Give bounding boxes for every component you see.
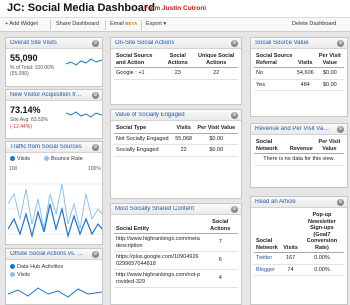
widget-title: Most Socially Shared Content: [115, 206, 195, 212]
traffic-line-chart: [8, 183, 102, 239]
table-row: Google : +1 23 22: [114, 67, 238, 80]
toolbar: + Add Widget Share Dashboard Email BETA …: [0, 17, 350, 32]
add-widget-button[interactable]: + Add Widget: [5, 21, 38, 27]
article-table: Social Network Visits Pop-up Newsletter Si…: [254, 211, 344, 276]
widget-title: Traffic from Social Sources: [10, 144, 82, 150]
gear-icon[interactable]: ⚙: [231, 206, 238, 213]
gear-icon[interactable]: ⚙: [337, 126, 344, 133]
overall-visits-widget: Overall Site Visits ⚙ 55,090 % of Total: …: [5, 37, 103, 87]
widget-title: Social Source Value: [255, 40, 309, 46]
blogger-link[interactable]: Blogger: [256, 267, 275, 273]
site-avg: Site Avg: 83.53%: [10, 117, 48, 123]
new-visitor-sparkline: [66, 111, 102, 118]
shared-table: Social Entity Social Actions http://www.h…: [114, 218, 238, 288]
gear-icon[interactable]: ⚙: [92, 40, 99, 47]
table-row: Socially Engaged 22 $0.00: [114, 144, 238, 157]
email-label: Email: [110, 21, 124, 27]
twitter-link[interactable]: Twitter: [256, 255, 272, 261]
beta-badge: BETA: [125, 21, 138, 26]
visits-sparkline: [66, 58, 102, 66]
source-value-table: Social Source Referral Visits Per Visit Va…: [254, 52, 344, 91]
onsite-social-widget: On-Site Social Actions ⚙ Social Source an…: [110, 37, 242, 105]
gear-icon[interactable]: ⚙: [337, 199, 344, 206]
y-left-top: 100: [9, 166, 18, 172]
legend-visits: Visits: [10, 272, 30, 278]
onsite-table: Social Source and Action Social Actions Un…: [114, 52, 238, 80]
visits-value: 55,090: [10, 53, 38, 63]
legend-bounce: Bounce Rate: [44, 156, 83, 162]
new-visitor-value: 73.14%: [10, 105, 41, 115]
offsite-line-chart: [8, 287, 102, 298]
engaged-table: Social Type Visits Per Visit Value Not Soc…: [114, 124, 238, 157]
table-row: Twitter 167 0.00%: [254, 252, 344, 265]
table-row: No 54,606 $0.00: [254, 67, 344, 80]
visits-sub: % of Total: 100.00% (55,090): [10, 65, 55, 77]
gear-icon[interactable]: ⚙: [92, 251, 99, 258]
delete-dashboard-button[interactable]: Delete Dashboard: [292, 21, 336, 27]
revenue-widget: Revenue and Per Visit Va… ⚙ Social Networ…: [250, 123, 348, 188]
gear-icon[interactable]: ⚙: [231, 112, 238, 119]
shared-content-widget: Most Socially Shared Content ⚙ Social Ent…: [110, 203, 242, 305]
revenue-table: Social Network Revenue Per Visit Value The…: [254, 138, 344, 166]
table-row: Yes 484 $0.00: [254, 79, 344, 91]
widget-title: Read an Article: [255, 199, 296, 205]
traffic-social-widget: Traffic from Social Sources ⚙ Visits Boun…: [5, 141, 103, 245]
new-visitor-widget: New Visitor Acquisition fr… ⚙ 73.14% Site…: [5, 89, 103, 139]
widget-title: New Visitor Acquisition fr…: [10, 92, 82, 98]
socially-engaged-widget: Value of Socially Engaged ⚙ Social Type Vi…: [110, 109, 242, 199]
widget-title: Overall Site Visits: [10, 40, 57, 46]
widget-title: Revenue and Per Visit Va…: [255, 126, 330, 132]
dashboard-author: From Justin Cutroni: [144, 5, 207, 12]
share-dashboard-button[interactable]: Share Dashboard: [56, 21, 99, 27]
legend-visits: Visits: [10, 156, 30, 162]
legend-datahub: Data Hub Activities: [10, 264, 63, 270]
source-value-widget: Social Source Value ⚙ Social Source Refer…: [250, 37, 348, 117]
offsite-social-widget: Offsite Social Actions vs. … ⚙ Data Hub A…: [5, 248, 103, 305]
table-row: https://plus.google.com/1090492602996570…: [114, 251, 238, 270]
y-right-top: 100%: [88, 166, 101, 172]
table-row: http://www.highrankings.com/metadescript…: [114, 233, 238, 252]
delta-value: (-12.44%): [10, 124, 32, 130]
dashboard-title: JC: Social Media Dashboard: [7, 2, 155, 14]
gear-icon[interactable]: ⚙: [92, 144, 99, 151]
widget-title: Value of Socially Engaged: [115, 112, 185, 118]
table-row: Blogger 74 0.00%: [254, 264, 344, 276]
table-row: http://www.highrankings.com/not-provided…: [114, 269, 238, 288]
empty-row: There is no data for this view.: [254, 153, 344, 166]
gear-icon[interactable]: ⚙: [92, 92, 99, 99]
export-dropdown[interactable]: Export ▾: [146, 21, 166, 27]
dashboard-header: JC: Social Media Dashboard From Justin C…: [0, 0, 350, 32]
gear-icon[interactable]: ⚙: [337, 40, 344, 47]
article-widget: Read an Article ⚙ Social Network Visits Pop…: [250, 196, 348, 305]
widget-title: On-Site Social Actions: [115, 40, 175, 46]
gear-icon[interactable]: ⚙: [231, 40, 238, 47]
email-button[interactable]: Email BETA: [110, 21, 137, 27]
widget-title: Offsite Social Actions vs. …: [10, 251, 84, 257]
table-row: Not Socially Engaged 55,068 $0.00: [114, 133, 238, 145]
